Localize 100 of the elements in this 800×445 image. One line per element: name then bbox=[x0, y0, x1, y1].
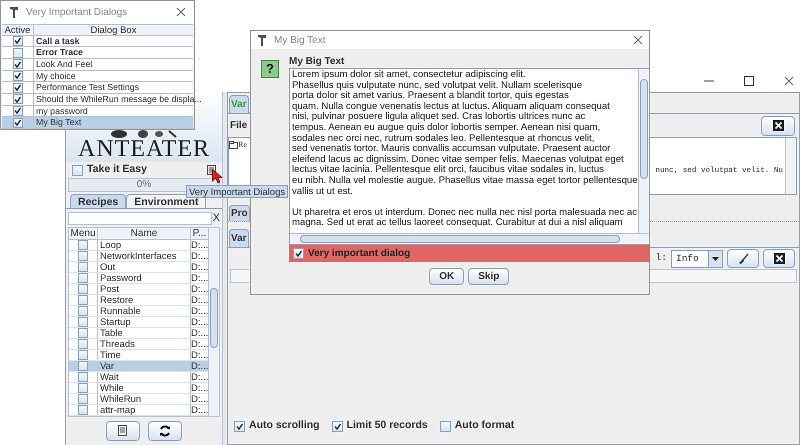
table-cell: Var bbox=[98, 361, 191, 371]
option-label: Auto scrolling bbox=[249, 418, 320, 434]
text-line: Ut pharetra et eros ut interdum. Donec nec nulla nec nisl porta malesuada nec ac bbox=[292, 208, 638, 218]
level-label: l: bbox=[656, 251, 667, 266]
table-cell: Restore bbox=[98, 295, 191, 305]
table-cell: D:... bbox=[191, 240, 208, 250]
dialog-row[interactable]: My choice bbox=[2, 70, 193, 82]
column-header[interactable]: Menu bbox=[69, 228, 98, 239]
dialog-button[interactable]: OK bbox=[429, 268, 464, 284]
table-cell: D:... bbox=[191, 262, 208, 272]
table-cell-text: My choice bbox=[35, 70, 76, 82]
text-line: sodales nec orci nec, rutrum sodales leo. Pellentesque at rhoncus velit, bbox=[292, 134, 596, 144]
text-line: nisi, pulvinar posuere ligula aliquet sed. Cras lobortis ultrices nunc ac bbox=[292, 112, 586, 123]
help-icon: ? bbox=[261, 60, 279, 78]
dialog-row[interactable]: Performance Test Settings bbox=[2, 82, 193, 94]
dialog-button[interactable]: Skip bbox=[468, 268, 510, 284]
table-cell: Startup bbox=[98, 317, 191, 327]
recipe-row[interactable]: Threads D:... bbox=[69, 339, 208, 350]
recipe-row[interactable]: Table D:... bbox=[69, 328, 208, 339]
dialog-row[interactable]: Error Trace bbox=[2, 47, 193, 59]
recipe-row[interactable]: Var D:... bbox=[69, 361, 208, 372]
text-line: Lorem ipsum dolor sit amet, consectetur adipiscing elit. bbox=[292, 70, 527, 81]
recipe-row[interactable]: NetworkInterfaces D:... bbox=[69, 251, 208, 262]
recipe-row[interactable]: Out D:... bbox=[69, 262, 208, 273]
table-cell: D:... bbox=[191, 295, 208, 305]
tab[interactable]: Pro bbox=[229, 205, 250, 221]
column-header[interactable]: Dialog Box bbox=[34, 24, 193, 34]
table-cell: Wait bbox=[98, 372, 191, 382]
tooltip: Very Important Dialogs bbox=[186, 185, 288, 198]
column-header[interactable]: Name bbox=[98, 228, 191, 239]
table-cell: D:... bbox=[191, 394, 208, 404]
recipe-row[interactable]: Password D:... bbox=[69, 273, 208, 284]
option-label: Limit 50 records bbox=[346, 418, 428, 434]
dialog-row[interactable]: My Big Text bbox=[2, 117, 193, 129]
checkbox-label: Take it Easy bbox=[87, 162, 147, 178]
window-title: Very Important Dialogs bbox=[26, 6, 128, 20]
table-cell: Post bbox=[98, 284, 191, 294]
table-cell-text: Performance Test Settings bbox=[35, 82, 140, 93]
table-cell-text: Should the WhileRun message be displa... bbox=[35, 94, 202, 105]
table-cell-text: Call a task bbox=[35, 36, 80, 46]
table-cell: D:... bbox=[191, 328, 208, 338]
table-cell-text: Error Trace bbox=[35, 47, 83, 58]
table-cell: Password bbox=[98, 273, 191, 283]
tab[interactable]: Recipes bbox=[70, 194, 126, 208]
recipe-row[interactable]: Post D:... bbox=[69, 284, 208, 295]
text-line: lectus vitae lacinia. Pellentesque elit orci, faucibus vitae sodales in, luctus bbox=[292, 165, 605, 176]
recipe-row[interactable]: WhileRun D:... bbox=[69, 394, 208, 405]
column-header[interactable]: P... bbox=[191, 228, 208, 239]
table-cell: WhileRun bbox=[98, 394, 191, 404]
table-cell: Loop bbox=[98, 240, 191, 250]
recipe-row[interactable]: Runnable D:... bbox=[69, 306, 208, 317]
checkbox-label: Very important dialog bbox=[308, 247, 410, 261]
progress-label: 0% bbox=[136, 179, 152, 191]
dialog-row[interactable]: Call a task bbox=[2, 36, 193, 48]
tree-item[interactable]: Re bbox=[238, 140, 247, 150]
tab[interactable]: Var bbox=[229, 229, 249, 247]
table-cell: D:... bbox=[191, 284, 208, 294]
dialog-row[interactable]: Look And Feel bbox=[2, 58, 193, 71]
table-cell: D:... bbox=[191, 405, 208, 415]
table-cell: D:... bbox=[191, 361, 208, 371]
text-line: porta dolor sit amet varius. Praesent a blandit tortor, quis egestas bbox=[292, 91, 570, 102]
table-cell: D:... bbox=[191, 372, 208, 382]
table-cell: D:... bbox=[191, 383, 208, 393]
recipe-row[interactable]: While D:... bbox=[69, 383, 208, 394]
table-cell: D:... bbox=[191, 273, 208, 283]
option-label: Auto format bbox=[454, 418, 514, 434]
recipe-row[interactable]: Loop D:... bbox=[69, 240, 208, 251]
table-cell: D:... bbox=[191, 317, 208, 327]
text-line: quam. Nulla congue venenatis lectus at luctus. Aliquam aliquam consequat bbox=[292, 102, 611, 112]
logo-text: ANTEATER bbox=[78, 138, 210, 160]
table-cell: Out bbox=[98, 262, 191, 272]
dialog-row[interactable]: my password bbox=[2, 106, 193, 118]
level-dropdown[interactable]: Info bbox=[671, 250, 723, 268]
table-cell: D:... bbox=[191, 251, 208, 261]
table-cell: Runnable bbox=[98, 306, 191, 316]
table-cell-text: My Big Text bbox=[35, 117, 82, 128]
table-cell: attr-map bbox=[98, 405, 191, 415]
column-header[interactable]: Active bbox=[2, 24, 34, 34]
text-line: magna. Sed ut erat ac tellus laoreet consequat. Curabitur at dui a nisl aliquam bbox=[292, 218, 624, 229]
text-line: eleifend lacus ac dignissim. Donec vitae semper felis. Maecenas volutpat eget bbox=[292, 154, 625, 165]
text-line: eu nibh. Nulla vel molestie augue. Phasellus vitae massa eget tortor pellentesque bbox=[292, 176, 638, 187]
clear-search-button[interactable]: X bbox=[212, 212, 220, 225]
recipe-row[interactable]: Startup D:... bbox=[69, 317, 208, 328]
recipe-row[interactable]: Time D:... bbox=[69, 350, 208, 361]
recipe-row[interactable]: attr-map D:... bbox=[69, 405, 208, 416]
recipe-row[interactable]: Restore D:... bbox=[69, 295, 208, 306]
table-cell: Time bbox=[98, 350, 191, 360]
table-cell: D:... bbox=[191, 339, 208, 349]
file-button[interactable]: File bbox=[228, 118, 250, 133]
table-cell: NetworkInterfaces bbox=[98, 251, 191, 261]
table-cell: While bbox=[98, 383, 191, 393]
text-line: Phasellus quis vulputate nunc, sed volutpat velit. Nullam scelerisque bbox=[292, 80, 584, 91]
dialog-heading: My Big Text bbox=[289, 55, 346, 68]
table-cell-text: my password bbox=[35, 106, 88, 116]
recipe-row[interactable]: Wait D:... bbox=[69, 372, 208, 383]
table-cell: Threads bbox=[98, 339, 191, 349]
text-line: tempus. Aenean eu augue quis dolor lobortis semper. Aenean nisi quam, bbox=[292, 122, 602, 134]
window-title: My Big Text bbox=[274, 34, 326, 48]
text-line: vallis ut ut est. bbox=[292, 186, 354, 198]
table-cell: D:... bbox=[191, 350, 208, 360]
